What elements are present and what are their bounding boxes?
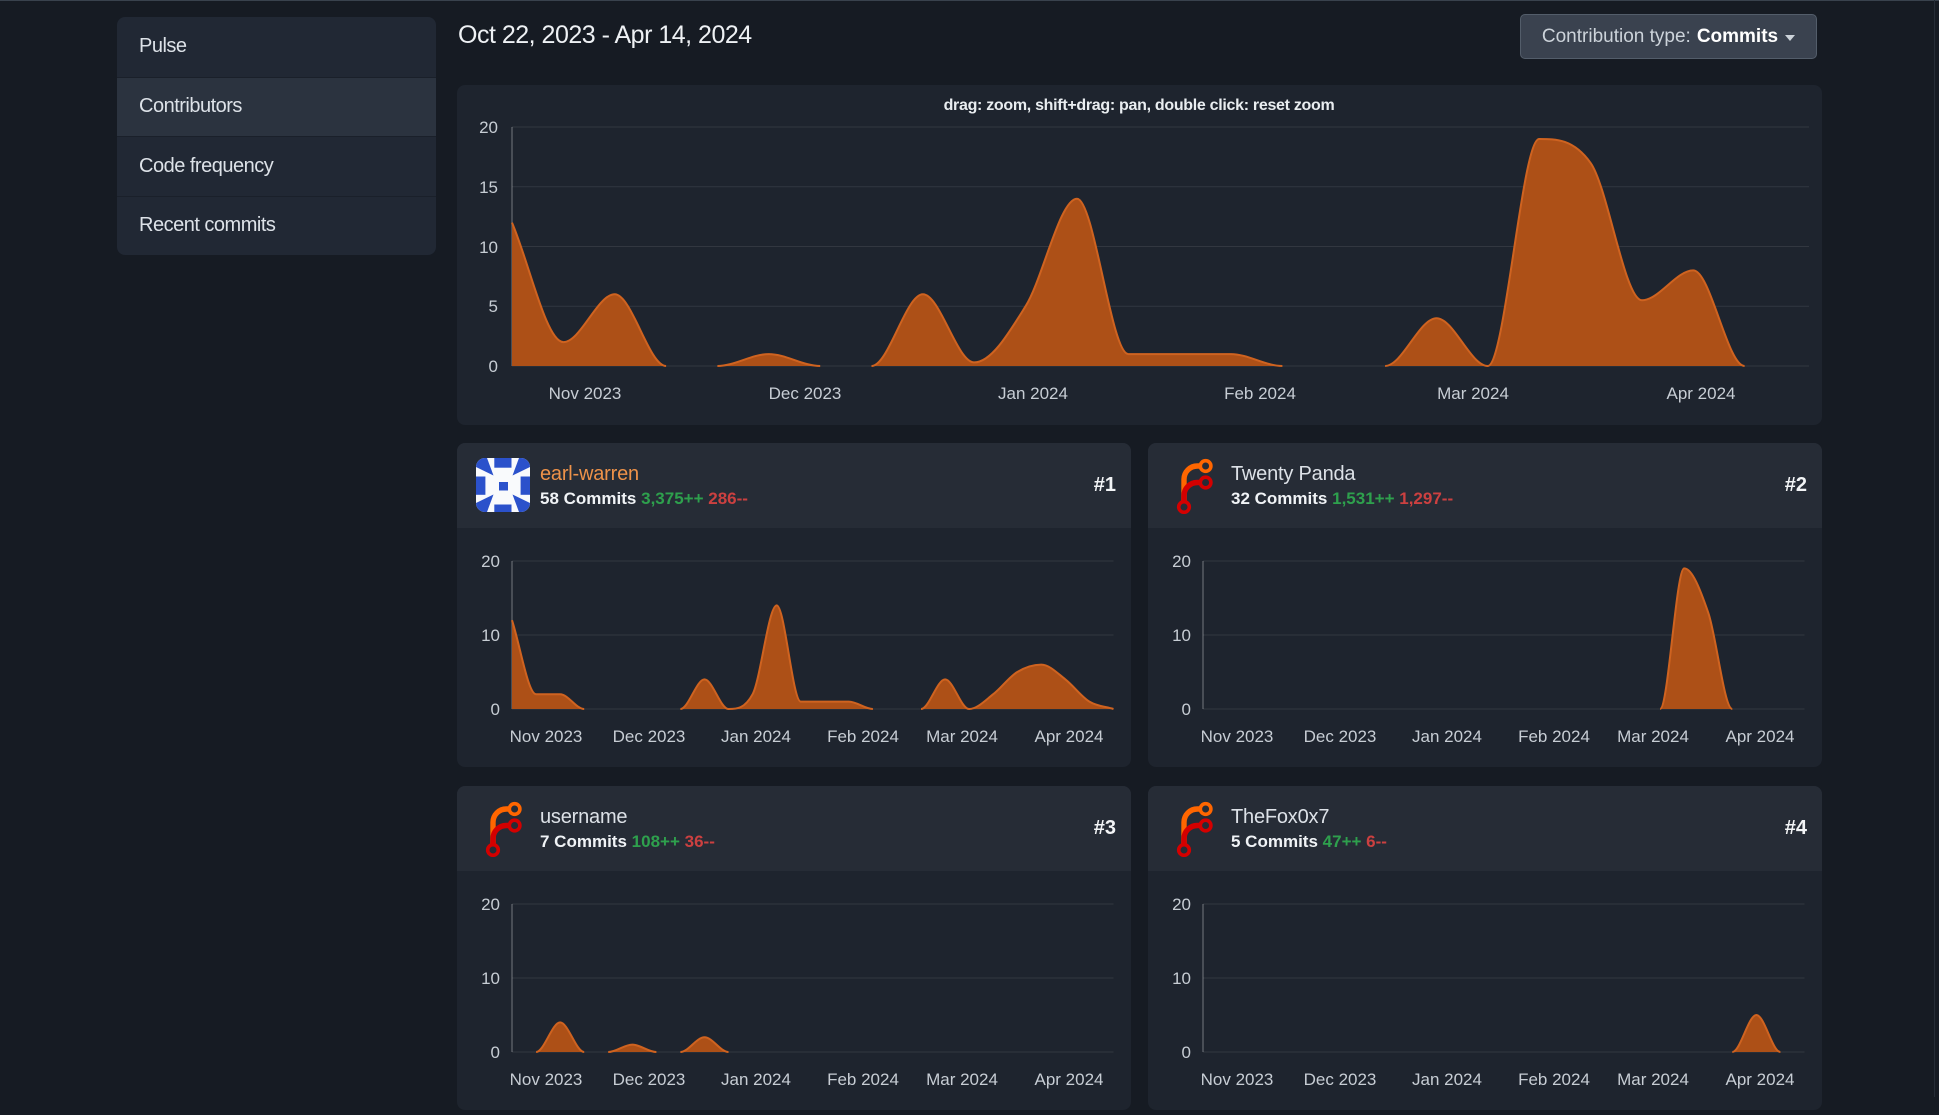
svg-text:Jan 2024: Jan 2024 [1412, 727, 1482, 746]
svg-text:10: 10 [1172, 626, 1191, 645]
svg-text:Dec 2023: Dec 2023 [769, 384, 842, 403]
svg-text:Apr 2024: Apr 2024 [1726, 727, 1795, 746]
svg-text:Jan 2024: Jan 2024 [998, 384, 1068, 403]
svg-text:Apr 2024: Apr 2024 [1726, 1070, 1795, 1089]
svg-text:Feb 2024: Feb 2024 [827, 1070, 899, 1089]
svg-text:drag: zoom, shift+drag: pan, d: drag: zoom, shift+drag: pan, double clic… [944, 97, 1335, 114]
svg-text:Nov 2023: Nov 2023 [510, 727, 583, 746]
svg-text:20: 20 [1172, 895, 1191, 914]
svg-text:Feb 2024: Feb 2024 [1518, 727, 1590, 746]
svg-text:Mar 2024: Mar 2024 [926, 1070, 998, 1089]
svg-text:Feb 2024: Feb 2024 [1518, 1070, 1590, 1089]
svg-text:Nov 2023: Nov 2023 [1201, 1070, 1274, 1089]
svg-text:Mar 2024: Mar 2024 [1617, 1070, 1689, 1089]
svg-text:Mar 2024: Mar 2024 [1617, 727, 1689, 746]
svg-text:10: 10 [481, 969, 500, 988]
svg-text:0: 0 [1182, 1043, 1191, 1062]
svg-text:10: 10 [481, 626, 500, 645]
svg-text:20: 20 [1172, 552, 1191, 571]
svg-text:20: 20 [481, 895, 500, 914]
svg-text:10: 10 [479, 238, 498, 257]
svg-text:0: 0 [491, 1043, 500, 1062]
svg-text:Jan 2024: Jan 2024 [721, 1070, 791, 1089]
svg-text:Nov 2023: Nov 2023 [510, 1070, 583, 1089]
svg-text:20: 20 [479, 118, 498, 137]
svg-text:10: 10 [1172, 969, 1191, 988]
svg-text:Nov 2023: Nov 2023 [549, 384, 622, 403]
svg-text:Nov 2023: Nov 2023 [1201, 727, 1274, 746]
svg-text:Apr 2024: Apr 2024 [1667, 384, 1736, 403]
svg-text:20: 20 [481, 552, 500, 571]
svg-text:Dec 2023: Dec 2023 [613, 727, 686, 746]
svg-text:5: 5 [489, 297, 498, 316]
svg-text:0: 0 [1182, 700, 1191, 719]
svg-text:Mar 2024: Mar 2024 [1437, 384, 1509, 403]
svg-text:Feb 2024: Feb 2024 [827, 727, 899, 746]
svg-text:Apr 2024: Apr 2024 [1035, 1070, 1104, 1089]
svg-text:15: 15 [479, 178, 498, 197]
svg-text:0: 0 [489, 357, 498, 376]
svg-text:Dec 2023: Dec 2023 [1304, 1070, 1377, 1089]
svg-text:Apr 2024: Apr 2024 [1035, 727, 1104, 746]
svg-text:Dec 2023: Dec 2023 [1304, 727, 1377, 746]
svg-text:Feb 2024: Feb 2024 [1224, 384, 1296, 403]
svg-text:0: 0 [491, 700, 500, 719]
svg-text:Jan 2024: Jan 2024 [721, 727, 791, 746]
svg-text:Mar 2024: Mar 2024 [926, 727, 998, 746]
svg-text:Dec 2023: Dec 2023 [613, 1070, 686, 1089]
svg-text:Jan 2024: Jan 2024 [1412, 1070, 1482, 1089]
